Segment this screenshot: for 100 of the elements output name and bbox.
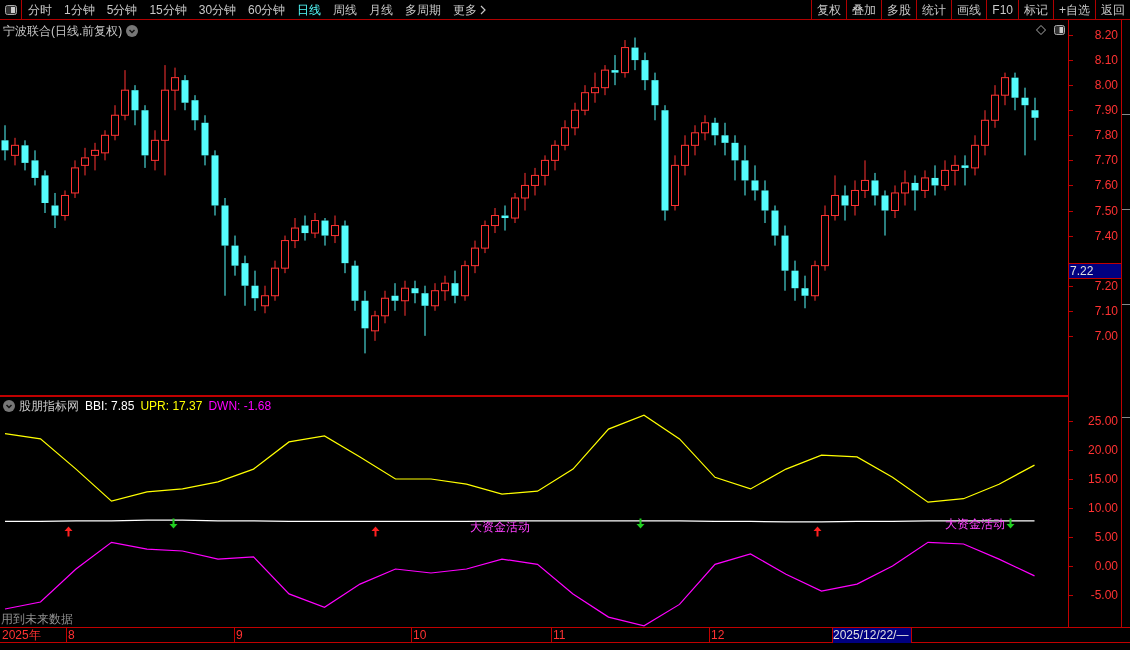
candle <box>991 84 999 129</box>
candle <box>531 167 539 196</box>
candle <box>341 220 349 274</box>
candle <box>351 260 359 312</box>
toolbar-button[interactable]: 画线 <box>951 0 987 20</box>
period-tab[interactable]: 1分钟 <box>64 0 95 19</box>
candle <box>911 174 919 211</box>
axis-label: 7.40 <box>1094 228 1118 243</box>
indicator-name: 股朋指标网 <box>19 398 79 415</box>
toolbar-button[interactable]: F10 <box>986 0 1018 20</box>
candle <box>231 235 239 277</box>
diamond-icon[interactable] <box>1036 25 1046 35</box>
candle <box>621 39 629 79</box>
candle <box>141 104 149 169</box>
stock-title: 宁波联合(日线.前复权) <box>3 23 123 40</box>
period-tab[interactable]: 月线 <box>369 0 394 19</box>
candle <box>851 179 859 216</box>
candle <box>591 72 599 104</box>
axis-label: 8.20 <box>1094 28 1118 43</box>
candle <box>421 285 429 337</box>
candle <box>251 270 259 312</box>
toolbar-button[interactable]: 多股 <box>881 0 917 20</box>
axis-label: 8.00 <box>1094 78 1118 93</box>
signal-label: 大资金活动 <box>945 517 1005 531</box>
candle <box>811 260 819 302</box>
axis-label: 8.10 <box>1094 53 1118 68</box>
candle <box>441 275 449 302</box>
candle <box>431 282 439 312</box>
axis-label: 7.90 <box>1094 103 1118 118</box>
candle <box>951 154 959 186</box>
candle <box>571 102 579 136</box>
period-tab[interactable]: 5分钟 <box>106 0 138 19</box>
candle <box>91 142 99 171</box>
toolbar-button[interactable]: 返回 <box>1095 0 1130 20</box>
candle <box>521 172 529 211</box>
date-label: 11 <box>553 628 566 643</box>
candle <box>11 137 19 166</box>
date-label: 2025年 <box>2 628 41 643</box>
toolbar-button[interactable]: 标记 <box>1018 0 1053 20</box>
candle <box>481 220 489 254</box>
axis-label: 7.80 <box>1094 128 1118 143</box>
axis-label: 20.00 <box>1087 442 1118 457</box>
candle <box>831 174 839 222</box>
candle <box>701 114 709 141</box>
date-label: 8 <box>68 628 75 643</box>
candle <box>1001 72 1009 106</box>
candle <box>791 260 799 302</box>
candle <box>461 260 469 302</box>
candle <box>601 64 609 96</box>
period-tab[interactable]: 日线 <box>297 0 322 19</box>
axis-label: 7.20 <box>1094 278 1118 293</box>
candle <box>381 290 389 324</box>
chevron-down-icon[interactable] <box>3 400 15 412</box>
cursor-date-label: 2025/12/22/— <box>832 628 912 643</box>
candle <box>241 255 249 307</box>
candle <box>291 217 299 249</box>
candle <box>881 189 889 237</box>
panel-toggle-icon[interactable] <box>1054 25 1065 35</box>
candle <box>631 37 639 71</box>
toolbar-button[interactable]: 统计 <box>916 0 952 20</box>
candle <box>641 52 649 91</box>
candle <box>471 240 479 274</box>
candle <box>921 169 929 199</box>
candle <box>671 154 679 211</box>
axis-label: -5.00 <box>1090 588 1118 603</box>
period-tab[interactable]: 15分钟 <box>149 0 187 19</box>
period-tab[interactable]: 多周期 <box>405 0 442 19</box>
candle <box>981 109 989 156</box>
toolbar-button[interactable]: 叠加 <box>846 0 882 20</box>
candle <box>301 215 309 242</box>
candle <box>131 84 139 126</box>
axis-label: 7.00 <box>1094 328 1118 343</box>
candle <box>151 129 159 171</box>
candle <box>451 270 459 304</box>
period-tab[interactable]: 60分钟 <box>248 0 286 19</box>
toolbar-button[interactable]: +自选 <box>1053 0 1095 20</box>
candle <box>741 144 749 196</box>
candle <box>1021 87 1029 156</box>
signal-label: 大资金活动 <box>470 520 530 534</box>
candle <box>261 285 269 314</box>
period-tab[interactable]: 更多 <box>453 0 487 19</box>
candle <box>501 205 509 232</box>
period-tab[interactable]: 周线 <box>333 0 358 19</box>
period-tab[interactable]: 分时 <box>28 0 52 19</box>
candle <box>71 159 79 199</box>
candle <box>941 159 949 191</box>
candle <box>561 119 569 151</box>
candle <box>391 282 399 312</box>
period-tab[interactable]: 30分钟 <box>198 0 237 19</box>
arrow-up-icon <box>812 525 822 537</box>
candle <box>771 205 779 247</box>
candle <box>311 212 319 239</box>
candle <box>401 280 409 317</box>
axis-label: 7.10 <box>1094 303 1118 318</box>
arrow-down-icon <box>635 517 645 529</box>
chevron-down-icon[interactable] <box>126 25 139 37</box>
date-label: 10 <box>413 628 427 643</box>
indicator-readout: BBI: 7.85 <box>85 398 135 415</box>
toolbar-button[interactable]: 复权 <box>811 0 847 20</box>
arrow-down-icon <box>168 517 178 529</box>
